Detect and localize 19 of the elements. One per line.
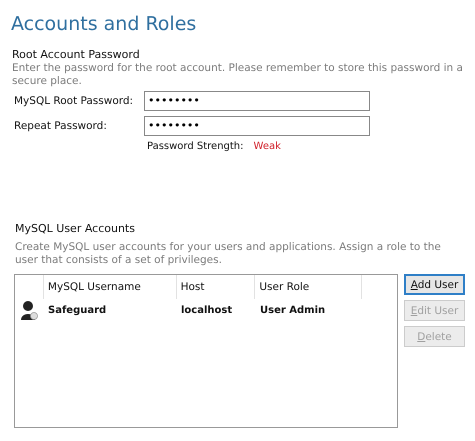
field-label: Repeat Password: bbox=[14, 120, 108, 132]
section-description: Enter the password for the root account. Please remember to store this password in a secure place. bbox=[11, 62, 464, 88]
field-label: MySQL Root Password: bbox=[14, 94, 134, 106]
strength-value: Weak bbox=[254, 141, 281, 152]
column-header[interactable]: MySQL Username bbox=[42, 275, 176, 299]
column-header[interactable]: Host bbox=[176, 275, 254, 299]
action-button[interactable]: Add User bbox=[404, 274, 465, 295]
page-title: Accounts and Roles bbox=[11, 12, 198, 36]
strength-label: Password Strength: bbox=[147, 141, 244, 152]
section-heading: MySQL User Accounts bbox=[14, 222, 136, 236]
table-cell-text: User Admin bbox=[259, 304, 326, 316]
section-description: Create MySQL user accounts for your users and applications. Assign a role to the user that consists of a set of privileges. bbox=[14, 241, 442, 267]
user-icon bbox=[20, 300, 38, 320]
column-header[interactable]: User Role bbox=[254, 275, 362, 299]
table-cell-text: localhost bbox=[180, 304, 234, 316]
password-field[interactable]: •••••••• bbox=[144, 116, 370, 136]
table-cell-text: Safeguard bbox=[47, 304, 108, 316]
section-heading: Root Account Password bbox=[11, 48, 141, 62]
password-field[interactable]: •••••••• bbox=[144, 90, 370, 110]
